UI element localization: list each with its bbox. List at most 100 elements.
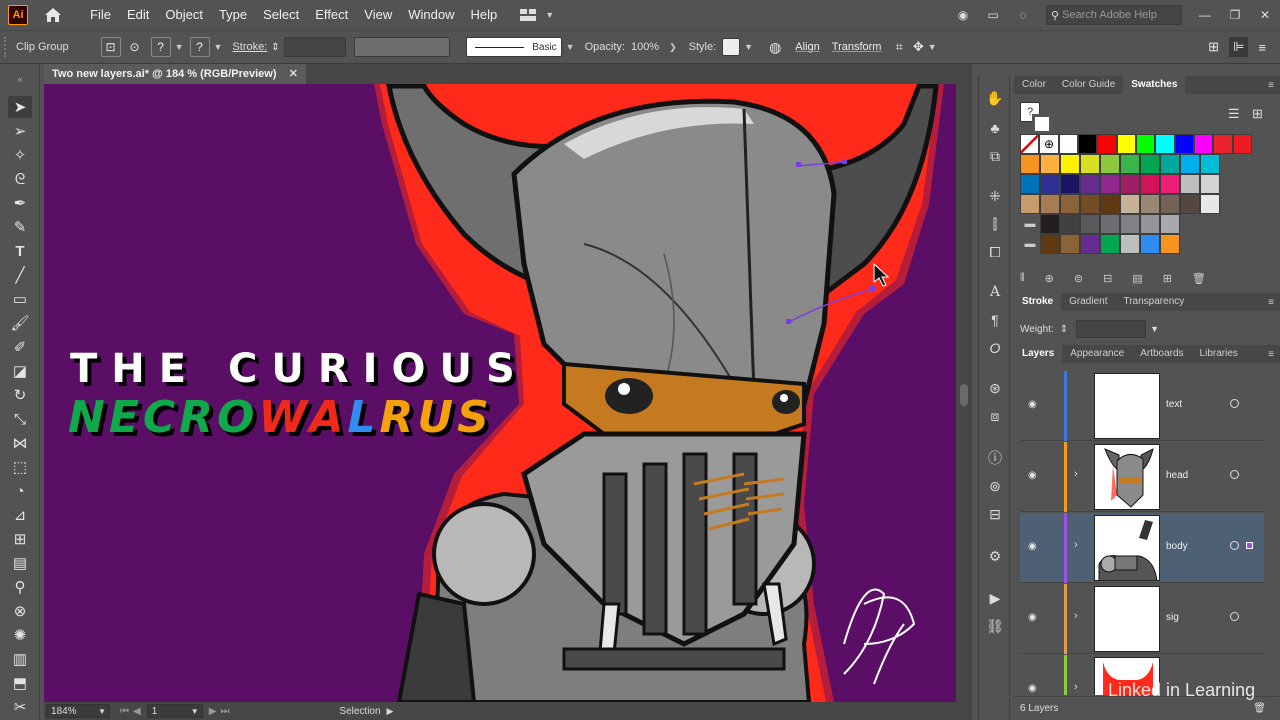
tab-layers[interactable]: Layers [1014,345,1063,363]
layers-panel-menu-icon[interactable]: ≡ [1268,349,1274,360]
zoom-field[interactable]: 184% ▼ [46,704,110,718]
artboard-tool-icon[interactable]: ⬒ [8,672,32,694]
color-swatch[interactable] [1140,194,1160,214]
user-account-icon[interactable]: ◉ [948,8,978,22]
home-icon[interactable] [42,5,64,25]
color-swatch[interactable] [1200,174,1220,194]
puppet-icon[interactable]: ✋ [985,88,1005,108]
color-swatch[interactable] [1020,154,1040,174]
stroke-stepper-icon[interactable]: ⇕ [271,42,279,53]
color-swatch[interactable] [1020,194,1040,214]
rectangle-tool-icon[interactable]: ▭ [8,288,32,310]
stroke-indicator[interactable] [1032,114,1052,134]
layer-row-body[interactable]: ◉ › body [1020,513,1264,583]
layer-target-icon[interactable] [1230,612,1239,621]
mesh-tool-icon[interactable]: ⊞ [8,528,32,550]
color-swatch[interactable] [1077,134,1098,154]
line-tool-icon[interactable]: ╱ [8,264,32,286]
color-swatch[interactable] [1080,174,1100,194]
column-graph-tool-icon[interactable]: ▥ [8,648,32,670]
show-swatch-kinds-icon[interactable]: ⊕ [1045,272,1054,286]
isolate-group-icon[interactable]: ⊡ [100,37,121,57]
menu-type[interactable]: Type [211,0,255,30]
color-swatch[interactable] [1180,174,1200,194]
color-swatch[interactable] [1160,214,1180,234]
toolbar-collapse-icon[interactable]: « [8,68,32,90]
link-chain-icon[interactable]: ⛓ [985,616,1005,636]
scale-tool-icon[interactable]: ⤡ [8,408,32,430]
weight-stepper-icon[interactable]: ⇕ [1060,324,1068,335]
layer-name[interactable]: text [1166,399,1182,410]
eyedropper-tool-icon[interactable]: ⚲ [8,576,32,598]
color-swatch[interactable] [1100,154,1120,174]
color-swatch[interactable] [1120,214,1140,234]
symbol-sprayer-tool-icon[interactable]: ✺ [8,624,32,646]
free-transform-tool-icon[interactable]: ⬚ [8,456,32,478]
color-swatch[interactable] [1193,134,1214,154]
transform-each-icon[interactable]: ⌗ [895,39,902,55]
menu-window[interactable]: Window [400,0,462,30]
delete-swatch-icon[interactable]: 🗑 [1192,272,1206,286]
document-info-icon[interactable]: ⊚ [985,476,1005,496]
tab-color[interactable]: Color [1014,76,1054,94]
new-swatch-icon[interactable]: ⊞ [1163,272,1172,286]
variable-width-field[interactable] [353,37,450,57]
stroke-panel-menu-icon[interactable]: ≡ [1268,297,1274,308]
brush-dropdown-icon[interactable]: ▼ [566,42,575,52]
layer-target-icon[interactable] [1230,541,1239,550]
color-swatch[interactable] [1155,134,1175,154]
stroke-label[interactable]: Stroke: [232,41,267,53]
list-view-icon[interactable]: ☰ [1228,106,1240,122]
puppet-warp-icon[interactable]: ✥ [913,39,924,55]
style-dropdown-icon[interactable]: ▼ [744,42,753,52]
color-swatch[interactable] [1120,234,1140,254]
color-swatch[interactable] [1060,194,1080,214]
selected-art-indicator[interactable] [1246,542,1253,549]
status-arrow-icon[interactable]: ▶ [387,706,394,717]
color-swatch[interactable] [1097,134,1117,154]
color-swatch[interactable] [1180,194,1200,214]
slice-tool-icon[interactable]: ✂ [8,696,32,718]
close-button[interactable]: ✕ [1250,8,1280,22]
menu-view[interactable]: View [356,0,400,30]
width-tool-icon[interactable]: ⋈ [8,432,32,454]
rotate-tool-icon[interactable]: ↻ [8,384,32,406]
arrange-panel-icon[interactable]: ⊞ [1208,39,1219,55]
next-artboard-icon[interactable]: ▶ [209,706,217,717]
color-swatch[interactable] [1100,194,1120,214]
expand-chevron-icon[interactable]: › [1074,610,1078,622]
blend-tool-icon[interactable]: ⊗ [8,600,32,622]
close-tab-icon[interactable]: ✕ [289,67,298,80]
grid-view-icon[interactable]: ⊞ [1252,106,1263,122]
workspace-switcher[interactable]: ▼ [519,8,558,22]
color-swatch[interactable] [1200,154,1220,174]
visibility-eye-icon[interactable]: ◉ [1028,541,1037,552]
scrollbar-thumb[interactable] [960,384,968,406]
color-swatch[interactable] [1120,154,1140,174]
color-swatch[interactable] [1160,154,1180,174]
color-swatch[interactable] [1213,134,1233,154]
color-group-icon[interactable]: ⊟ [1103,272,1112,286]
visibility-eye-icon[interactable]: ◉ [1028,612,1037,623]
layer-name[interactable]: head [1166,470,1188,481]
layer-name[interactable]: body [1166,541,1188,552]
info-panel-icon[interactable]: ⓘ [985,448,1005,468]
document-tab[interactable]: Two new layers.ai* @ 184 % (RGB/Preview)… [44,64,306,84]
lasso-tool-icon[interactable]: ᘓ [8,168,32,190]
artboard-canvas[interactable]: THE CURIOUS NECROWALRUS [44,84,956,702]
club-symbols-icon[interactable]: ♣ [985,118,1005,138]
color-swatch[interactable] [1080,194,1100,214]
paragraph-panel-icon[interactable]: ¶ [985,310,1005,330]
color-swatch[interactable] [1200,194,1220,214]
delete-layer-icon[interactable]: 🗑 [1253,703,1266,714]
canvas-vertical-scrollbar[interactable] [956,84,972,702]
control-bar-menu-icon[interactable]: ≡ [1258,40,1266,55]
tab-transparency[interactable]: Transparency [1115,293,1192,311]
transform-link[interactable]: Transform [832,41,882,53]
shaper-tool-icon[interactable]: ✐ [8,336,32,358]
color-group-folder-icon[interactable]: ▬ [1020,234,1040,254]
color-swatch[interactable] [1116,134,1136,154]
artboard-dropdown-icon[interactable]: ▼ [191,707,199,716]
stroke-dropdown-icon[interactable]: ▼ [214,42,223,52]
pen-tool-icon[interactable]: ✒ [8,192,32,214]
